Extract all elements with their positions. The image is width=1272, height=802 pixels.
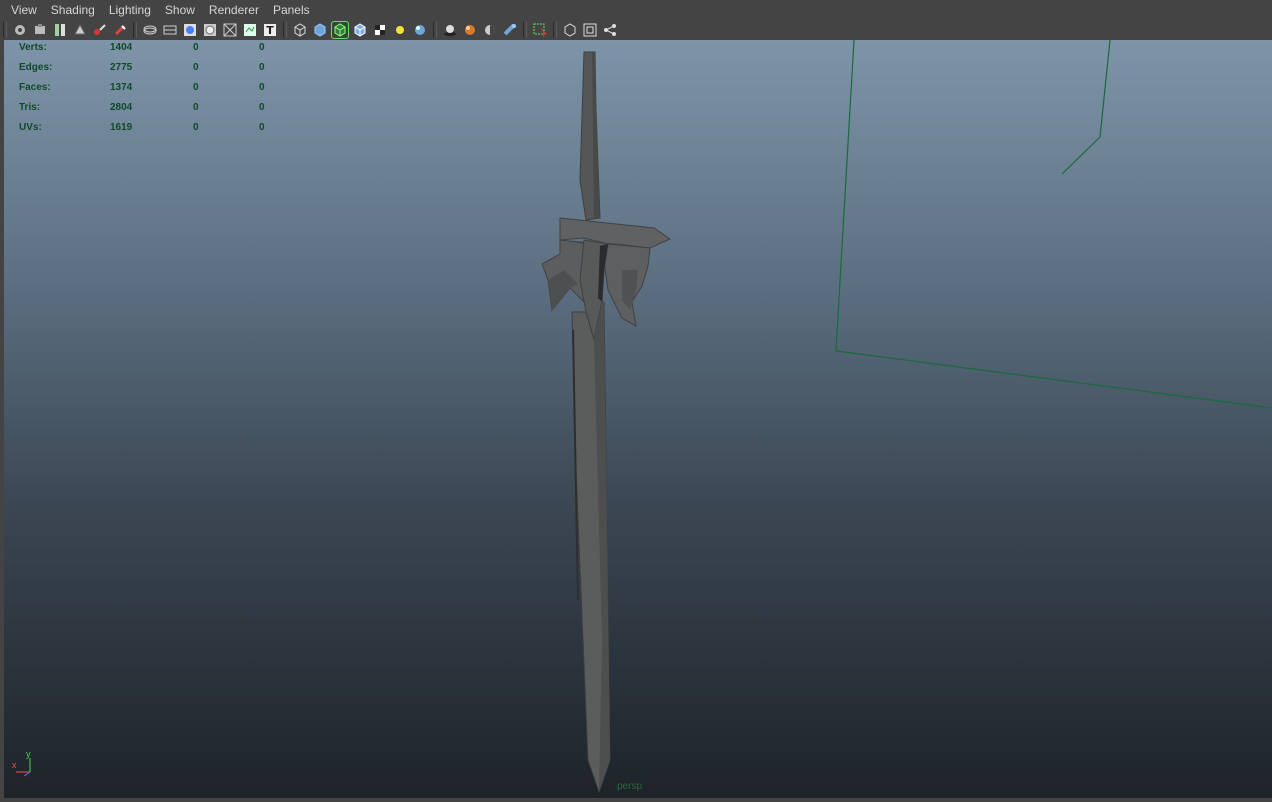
smooth-shade-icon — [314, 23, 326, 37]
toolbar-grip[interactable] — [3, 22, 7, 38]
safe-title-button[interactable] — [222, 22, 238, 38]
scene-canvas[interactable] — [4, 40, 1272, 798]
camera-frame-line[interactable] — [835, 40, 1272, 409]
text-button[interactable]: T — [262, 22, 278, 38]
hud-label: Edges: — [19, 62, 53, 73]
hud-label: Faces: — [19, 82, 51, 93]
perspective-viewport[interactable]: Verts: 1404 0 0 Edges: 2775 0 0 Faces: 1374 0 0 Tris… — [4, 40, 1272, 798]
text-icon: T — [264, 24, 276, 37]
xray-button[interactable] — [582, 22, 598, 38]
menu-panels[interactable]: Panels — [266, 0, 317, 20]
svg-text:T: T — [266, 24, 274, 37]
wireframe-button[interactable] — [292, 22, 308, 38]
default-light-button[interactable] — [392, 22, 408, 38]
camera-bookmark-button[interactable] — [32, 22, 48, 38]
hud-value: 2804 — [110, 102, 133, 113]
hud-value: 1404 — [110, 42, 133, 53]
toolbar-separator — [433, 22, 437, 38]
xray-selection-icon — [533, 23, 548, 38]
bounding-box-icon — [354, 23, 366, 37]
viewport-menu-bar: View Shading Lighting Show Renderer Panels — [0, 0, 1272, 20]
field-chart-icon — [184, 24, 196, 36]
safe-action-icon — [204, 24, 216, 36]
menu-lighting[interactable]: Lighting — [102, 0, 158, 20]
menu-show[interactable]: Show — [158, 0, 202, 20]
heads-up-display-icon — [244, 24, 256, 36]
hud-value: 0 — [193, 82, 199, 93]
camera-frame-line-inner[interactable] — [1061, 40, 1111, 175]
sword-model[interactable] — [541, 51, 672, 794]
film-gate-button[interactable] — [112, 22, 128, 38]
ambient-occlusion-button[interactable] — [462, 22, 478, 38]
hud-value: 0 — [259, 122, 265, 133]
menu-view[interactable]: View — [0, 0, 44, 20]
view-axis-indicator — [16, 758, 31, 777]
hud-label: Verts: — [19, 42, 47, 53]
resolution-gate-icon — [163, 25, 177, 35]
resolution-gate-button[interactable] — [162, 22, 178, 38]
image-plane-icon — [55, 24, 65, 36]
hud-value: 0 — [193, 122, 199, 133]
toolbar-separator — [523, 22, 527, 38]
smooth-shade-button[interactable] — [312, 22, 328, 38]
screen-space-ao-button[interactable] — [482, 22, 498, 38]
hud-label: Tris: — [19, 102, 41, 113]
bounding-box-button[interactable] — [352, 22, 368, 38]
hud-value: 0 — [259, 102, 265, 113]
film-gate-icon — [114, 24, 126, 36]
2d-pan-zoom-icon — [74, 23, 86, 35]
shadows-button[interactable] — [442, 22, 458, 38]
wireframe-on-shaded-button[interactable] — [331, 21, 349, 39]
menu-shading[interactable]: Shading — [44, 0, 102, 20]
wireframe-on-shaded-icon — [334, 23, 346, 37]
2d-pan-zoom-button[interactable] — [72, 22, 88, 38]
camera-attributes-button[interactable] — [12, 22, 28, 38]
heads-up-display-button[interactable] — [242, 22, 258, 38]
screen-space-ao-icon — [485, 25, 495, 35]
hud-value: 0 — [259, 62, 265, 73]
use-all-lights-icon — [415, 25, 425, 35]
hud-value: 1374 — [110, 82, 133, 93]
camera-attributes-icon — [15, 25, 25, 35]
ambient-occlusion-icon — [465, 25, 475, 35]
hud-value: 0 — [193, 62, 199, 73]
use-all-lights-button[interactable] — [412, 22, 428, 38]
shadows-icon — [444, 25, 456, 36]
hud-value: 2775 — [110, 62, 133, 73]
camera-bookmark-icon — [35, 24, 45, 34]
wireframe-icon — [294, 23, 306, 37]
grid-icon — [143, 25, 157, 35]
hud-value: 0 — [193, 42, 199, 53]
isolate-select-button[interactable] — [562, 22, 578, 38]
hud-value: 0 — [259, 42, 265, 53]
hud-value: 0 — [193, 102, 199, 113]
default-light-icon — [396, 26, 404, 34]
toolbar-separator — [133, 22, 137, 38]
isolate-select-icon — [564, 23, 576, 37]
field-chart-button[interactable] — [182, 22, 198, 38]
grid-button[interactable] — [142, 22, 158, 38]
camera-name-label: persp — [617, 781, 643, 792]
xray-icon — [583, 23, 597, 37]
safe-action-button[interactable] — [202, 22, 218, 38]
menu-renderer[interactable]: Renderer — [202, 0, 266, 20]
xray-selection-button[interactable] — [532, 22, 548, 38]
image-plane-button[interactable] — [52, 22, 68, 38]
textured-icon — [375, 25, 385, 35]
hud-value: 1619 — [110, 122, 133, 133]
hud-value: 0 — [259, 82, 265, 93]
motion-blur-button[interactable] — [502, 22, 518, 38]
grease-pencil-button[interactable] — [92, 22, 108, 38]
safe-title-icon — [223, 23, 237, 37]
toolbar-separator — [283, 22, 287, 38]
viewport-toolbar: T — [0, 20, 1272, 40]
viewport-bottom-border — [0, 798, 1272, 802]
toolbar-separator — [553, 22, 557, 38]
grease-pencil-icon — [94, 24, 106, 35]
motion-blur-icon — [503, 23, 516, 36]
node-editor-icon — [604, 24, 616, 36]
hud-label: UVs: — [19, 122, 42, 133]
node-editor-button[interactable] — [602, 22, 618, 38]
textured-button[interactable] — [372, 22, 388, 38]
